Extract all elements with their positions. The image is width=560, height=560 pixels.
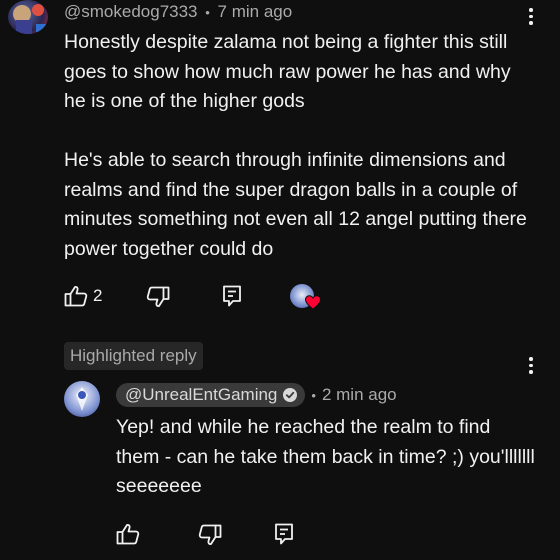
- meta-separator: •: [311, 387, 316, 403]
- thumb-up-icon[interactable]: [116, 523, 140, 545]
- reply-body: Yep! and while he reached the realm to f…: [116, 416, 535, 497]
- comment-meta: @smokedog7333 • 7 min ago: [64, 2, 292, 22]
- reply-icon[interactable]: [274, 523, 294, 545]
- thumb-down-icon[interactable]: [198, 524, 222, 546]
- commenter-avatar[interactable]: [8, 0, 48, 34]
- comment-paragraph: He's able to search through infinite dim…: [64, 149, 527, 260]
- thumb-up-icon[interactable]: [64, 285, 88, 307]
- reply-handle: @UnrealEntGaming: [125, 385, 278, 404]
- reply-time[interactable]: 2 min ago: [322, 385, 397, 405]
- comment-time[interactable]: 7 min ago: [218, 2, 293, 21]
- commenter-handle[interactable]: @smokedog7333: [64, 2, 198, 21]
- reply-icon[interactable]: [222, 285, 242, 307]
- highlighted-reply-label: Highlighted reply: [64, 342, 203, 370]
- like-count: 2: [93, 286, 103, 305]
- reply-avatar[interactable]: [64, 381, 100, 417]
- meta-separator: •: [205, 5, 210, 20]
- verified-check-icon: [283, 388, 298, 402]
- thumb-down-icon[interactable]: [146, 286, 170, 308]
- author-chip[interactable]: @UnrealEntGaming: [116, 383, 306, 407]
- reply-meta: @UnrealEntGaming • 2 min ago: [116, 383, 397, 407]
- creator-heart-icon[interactable]: [290, 284, 324, 312]
- reply-menu-button[interactable]: [525, 357, 537, 379]
- comment-paragraph: Honestly despite zalama not being a figh…: [64, 31, 511, 112]
- comment-body: Honestly despite zalama not being a figh…: [64, 28, 534, 264]
- comment-menu-button[interactable]: [525, 8, 537, 30]
